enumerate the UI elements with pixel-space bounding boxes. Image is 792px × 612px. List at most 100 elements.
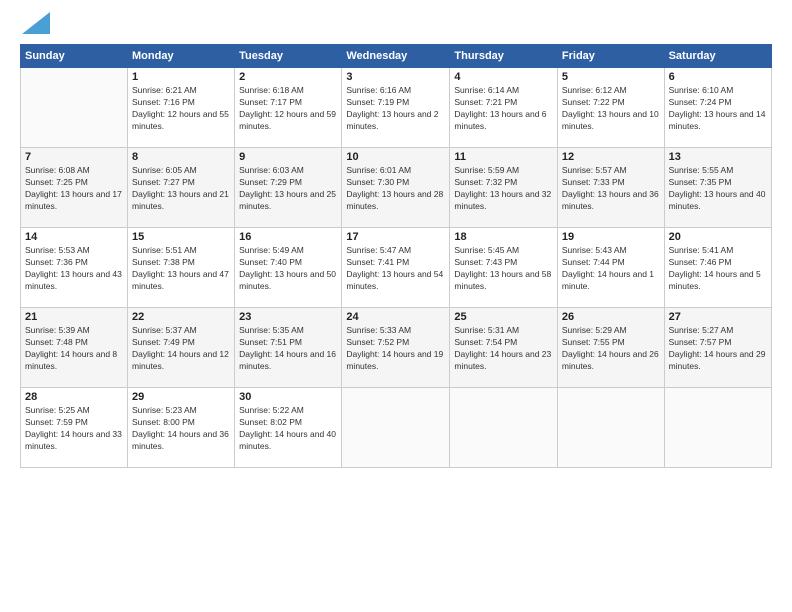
day-number: 11 xyxy=(454,151,553,163)
calendar-week-row: 28 Sunrise: 5:25 AM Sunset: 7:59 PM Dayli… xyxy=(21,388,772,468)
day-number: 25 xyxy=(454,311,553,323)
calendar-cell: 20 Sunrise: 5:41 AM Sunset: 7:46 PM Dayli… xyxy=(664,228,771,308)
calendar-cell: 13 Sunrise: 5:55 AM Sunset: 7:35 PM Dayli… xyxy=(664,148,771,228)
day-number: 1 xyxy=(132,71,230,83)
day-info: Sunrise: 5:25 AM Sunset: 7:59 PM Dayligh… xyxy=(25,405,123,453)
calendar-cell: 10 Sunrise: 6:01 AM Sunset: 7:30 PM Dayli… xyxy=(342,148,450,228)
day-number: 7 xyxy=(25,151,123,163)
day-number: 21 xyxy=(25,311,123,323)
calendar-cell: 16 Sunrise: 5:49 AM Sunset: 7:40 PM Dayli… xyxy=(235,228,342,308)
page: SundayMondayTuesdayWednesdayThursdayFrid… xyxy=(0,0,792,612)
calendar-cell: 15Sunrise: 5:51 AM Sunset: 7:38 PM Dayli… xyxy=(128,228,235,308)
day-info: Sunrise: 5:37 AM Sunset: 7:49 PM Dayligh… xyxy=(132,325,230,373)
day-number: 20 xyxy=(669,231,767,243)
calendar-week-row: 7 Sunrise: 6:08 AM Sunset: 7:25 PM Daylig… xyxy=(21,148,772,228)
calendar-cell: 7 Sunrise: 6:08 AM Sunset: 7:25 PM Daylig… xyxy=(21,148,128,228)
day-number: 30 xyxy=(239,391,337,403)
day-info: Sunrise: 6:18 AM Sunset: 7:17 PM Dayligh… xyxy=(239,85,337,133)
calendar-cell: 9 Sunrise: 6:03 AM Sunset: 7:29 PM Daylig… xyxy=(235,148,342,228)
day-number: 9 xyxy=(239,151,337,163)
day-number: 6 xyxy=(669,71,767,83)
day-info: Sunrise: 5:55 AM Sunset: 7:35 PM Dayligh… xyxy=(669,165,767,213)
day-number: 26 xyxy=(562,311,660,323)
day-number: 15 xyxy=(132,231,230,243)
weekday-header: Saturday xyxy=(664,45,771,68)
calendar-cell: 14Sunrise: 5:53 AM Sunset: 7:36 PM Dayli… xyxy=(21,228,128,308)
day-info: Sunrise: 6:05 AM Sunset: 7:27 PM Dayligh… xyxy=(132,165,230,213)
calendar-cell: 18Sunrise: 5:45 AM Sunset: 7:43 PM Dayli… xyxy=(450,228,558,308)
day-info: Sunrise: 5:23 AM Sunset: 8:00 PM Dayligh… xyxy=(132,405,230,453)
calendar-cell: 5 Sunrise: 6:12 AM Sunset: 7:22 PM Daylig… xyxy=(557,68,664,148)
day-number: 13 xyxy=(669,151,767,163)
calendar-cell: 1 Sunrise: 6:21 AM Sunset: 7:16 PM Daylig… xyxy=(128,68,235,148)
day-number: 8 xyxy=(132,151,230,163)
day-info: Sunrise: 5:49 AM Sunset: 7:40 PM Dayligh… xyxy=(239,245,337,293)
day-info: Sunrise: 6:21 AM Sunset: 7:16 PM Dayligh… xyxy=(132,85,230,133)
calendar-cell: 25 Sunrise: 5:31 AM Sunset: 7:54 PM Dayli… xyxy=(450,308,558,388)
day-number: 12 xyxy=(562,151,660,163)
calendar-cell: 30Sunrise: 5:22 AM Sunset: 8:02 PM Dayli… xyxy=(235,388,342,468)
day-number: 18 xyxy=(454,231,553,243)
weekday-header: Friday xyxy=(557,45,664,68)
calendar-cell: 6 Sunrise: 6:10 AM Sunset: 7:24 PM Daylig… xyxy=(664,68,771,148)
day-info: Sunrise: 5:57 AM Sunset: 7:33 PM Dayligh… xyxy=(562,165,660,213)
day-info: Sunrise: 5:53 AM Sunset: 7:36 PM Dayligh… xyxy=(25,245,123,293)
day-number: 27 xyxy=(669,311,767,323)
day-number: 16 xyxy=(239,231,337,243)
day-number: 28 xyxy=(25,391,123,403)
calendar-cell: 8 Sunrise: 6:05 AM Sunset: 7:27 PM Daylig… xyxy=(128,148,235,228)
calendar-cell xyxy=(664,388,771,468)
day-number: 24 xyxy=(346,311,445,323)
logo xyxy=(20,16,50,34)
weekday-header: Wednesday xyxy=(342,45,450,68)
calendar-cell: 2Sunrise: 6:18 AM Sunset: 7:17 PM Daylig… xyxy=(235,68,342,148)
day-info: Sunrise: 6:10 AM Sunset: 7:24 PM Dayligh… xyxy=(669,85,767,133)
day-number: 10 xyxy=(346,151,445,163)
day-info: Sunrise: 6:12 AM Sunset: 7:22 PM Dayligh… xyxy=(562,85,660,133)
day-info: Sunrise: 5:41 AM Sunset: 7:46 PM Dayligh… xyxy=(669,245,767,293)
day-number: 4 xyxy=(454,71,553,83)
calendar-table: SundayMondayTuesdayWednesdayThursdayFrid… xyxy=(20,44,772,468)
day-info: Sunrise: 5:35 AM Sunset: 7:51 PM Dayligh… xyxy=(239,325,337,373)
calendar-cell: 23 Sunrise: 5:35 AM Sunset: 7:51 PM Dayli… xyxy=(235,308,342,388)
day-info: Sunrise: 5:43 AM Sunset: 7:44 PM Dayligh… xyxy=(562,245,660,293)
day-info: Sunrise: 5:33 AM Sunset: 7:52 PM Dayligh… xyxy=(346,325,445,373)
calendar-week-row: 21Sunrise: 5:39 AM Sunset: 7:48 PM Dayli… xyxy=(21,308,772,388)
calendar-cell: 24 Sunrise: 5:33 AM Sunset: 7:52 PM Dayli… xyxy=(342,308,450,388)
day-info: Sunrise: 5:47 AM Sunset: 7:41 PM Dayligh… xyxy=(346,245,445,293)
calendar-cell: 3 Sunrise: 6:16 AM Sunset: 7:19 PM Daylig… xyxy=(342,68,450,148)
calendar-cell: 19 Sunrise: 5:43 AM Sunset: 7:44 PM Dayli… xyxy=(557,228,664,308)
calendar-cell: 12 Sunrise: 5:57 AM Sunset: 7:33 PM Dayli… xyxy=(557,148,664,228)
day-number: 29 xyxy=(132,391,230,403)
calendar-cell: 29 Sunrise: 5:23 AM Sunset: 8:00 PM Dayli… xyxy=(128,388,235,468)
calendar-header-row: SundayMondayTuesdayWednesdayThursdayFrid… xyxy=(21,45,772,68)
day-number: 19 xyxy=(562,231,660,243)
calendar-cell xyxy=(557,388,664,468)
calendar-week-row: 1 Sunrise: 6:21 AM Sunset: 7:16 PM Daylig… xyxy=(21,68,772,148)
calendar-cell xyxy=(342,388,450,468)
weekday-header: Sunday xyxy=(21,45,128,68)
weekday-header: Tuesday xyxy=(235,45,342,68)
calendar-cell xyxy=(450,388,558,468)
day-number: 23 xyxy=(239,311,337,323)
day-number: 5 xyxy=(562,71,660,83)
day-number: 3 xyxy=(346,71,445,83)
calendar-cell xyxy=(21,68,128,148)
day-info: Sunrise: 6:16 AM Sunset: 7:19 PM Dayligh… xyxy=(346,85,445,133)
calendar-cell: 26 Sunrise: 5:29 AM Sunset: 7:55 PM Dayli… xyxy=(557,308,664,388)
day-info: Sunrise: 5:29 AM Sunset: 7:55 PM Dayligh… xyxy=(562,325,660,373)
calendar-cell: 21Sunrise: 5:39 AM Sunset: 7:48 PM Dayli… xyxy=(21,308,128,388)
day-info: Sunrise: 5:59 AM Sunset: 7:32 PM Dayligh… xyxy=(454,165,553,213)
calendar-cell: 22 Sunrise: 5:37 AM Sunset: 7:49 PM Dayli… xyxy=(128,308,235,388)
day-number: 22 xyxy=(132,311,230,323)
calendar-cell: 28 Sunrise: 5:25 AM Sunset: 7:59 PM Dayli… xyxy=(21,388,128,468)
day-info: Sunrise: 6:01 AM Sunset: 7:30 PM Dayligh… xyxy=(346,165,445,213)
day-info: Sunrise: 5:31 AM Sunset: 7:54 PM Dayligh… xyxy=(454,325,553,373)
day-info: Sunrise: 5:27 AM Sunset: 7:57 PM Dayligh… xyxy=(669,325,767,373)
logo-icon xyxy=(22,12,50,34)
day-info: Sunrise: 6:08 AM Sunset: 7:25 PM Dayligh… xyxy=(25,165,123,213)
calendar-cell: 4Sunrise: 6:14 AM Sunset: 7:21 PM Daylig… xyxy=(450,68,558,148)
day-info: Sunrise: 6:03 AM Sunset: 7:29 PM Dayligh… xyxy=(239,165,337,213)
header xyxy=(20,16,772,34)
weekday-header: Thursday xyxy=(450,45,558,68)
